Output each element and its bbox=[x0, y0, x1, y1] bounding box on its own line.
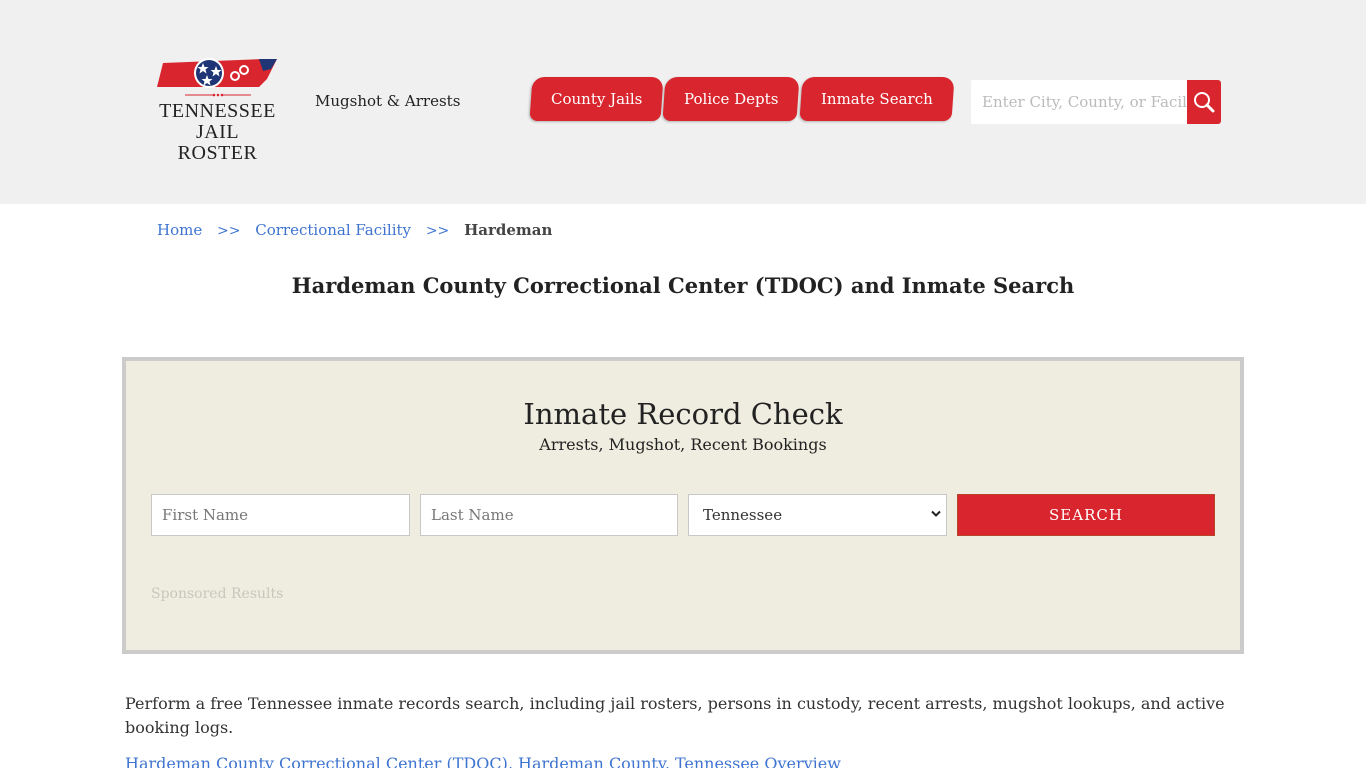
inmate-search-button[interactable]: SEARCH bbox=[957, 494, 1215, 536]
page-title: Hardeman County Correctional Center (TDO… bbox=[291, 273, 1075, 298]
logo-text: TENNESSEE JAIL ROSTER bbox=[155, 101, 280, 164]
tennessee-map-logo-icon bbox=[157, 58, 277, 97]
breadcrumb-separator: >> bbox=[425, 223, 450, 239]
intro-paragraph: Perform a free Tennessee inmate records … bbox=[125, 694, 1225, 737]
site-tagline: Mugshot & Arrests bbox=[315, 92, 461, 110]
logo-line-1: TENNESSEE bbox=[159, 100, 276, 122]
nav-county-jails-label: County Jails bbox=[551, 90, 643, 108]
nav-police-depts[interactable]: Police Depts bbox=[662, 77, 801, 121]
logo-line-2: JAIL ROSTER bbox=[177, 121, 258, 164]
overview-heading-link[interactable]: Hardeman County Correctional Center (TDO… bbox=[125, 752, 841, 768]
site-logo[interactable]: TENNESSEE JAIL ROSTER bbox=[155, 57, 280, 164]
panel-title: Inmate Record Check bbox=[523, 397, 843, 431]
nav-police-depts-label: Police Depts bbox=[684, 90, 779, 108]
nav-inmate-search[interactable]: Inmate Search bbox=[799, 77, 955, 121]
nav-county-jails[interactable]: County Jails bbox=[529, 77, 664, 121]
breadcrumb-home[interactable]: Home bbox=[157, 221, 202, 239]
main-nav: County Jails Police Depts Inmate Search bbox=[529, 77, 955, 121]
location-search-input[interactable] bbox=[971, 80, 1187, 124]
header-search bbox=[971, 80, 1221, 124]
state-select[interactable]: Tennessee bbox=[688, 494, 947, 536]
last-name-input[interactable] bbox=[420, 494, 678, 536]
panel-subtitle: Arrests, Mugshot, Recent Bookings bbox=[539, 435, 827, 454]
breadcrumb-current: Hardeman bbox=[464, 221, 553, 239]
breadcrumb-separator: >> bbox=[217, 223, 241, 239]
sponsored-results-label: Sponsored Results bbox=[151, 586, 284, 602]
header-search-button[interactable] bbox=[1187, 80, 1221, 124]
site-header: TENNESSEE JAIL ROSTER Mugshot & Arrests … bbox=[0, 0, 1366, 204]
first-name-input[interactable] bbox=[151, 494, 410, 536]
nav-inmate-search-label: Inmate Search bbox=[820, 90, 933, 108]
search-icon bbox=[1194, 92, 1215, 113]
inmate-record-check-panel: Inmate Record Check Arrests, Mugshot, Re… bbox=[122, 357, 1244, 654]
breadcrumb-correctional-facility[interactable]: Correctional Facility bbox=[255, 221, 411, 239]
breadcrumb: Home >> Correctional Facility >> Hardema… bbox=[157, 221, 552, 239]
